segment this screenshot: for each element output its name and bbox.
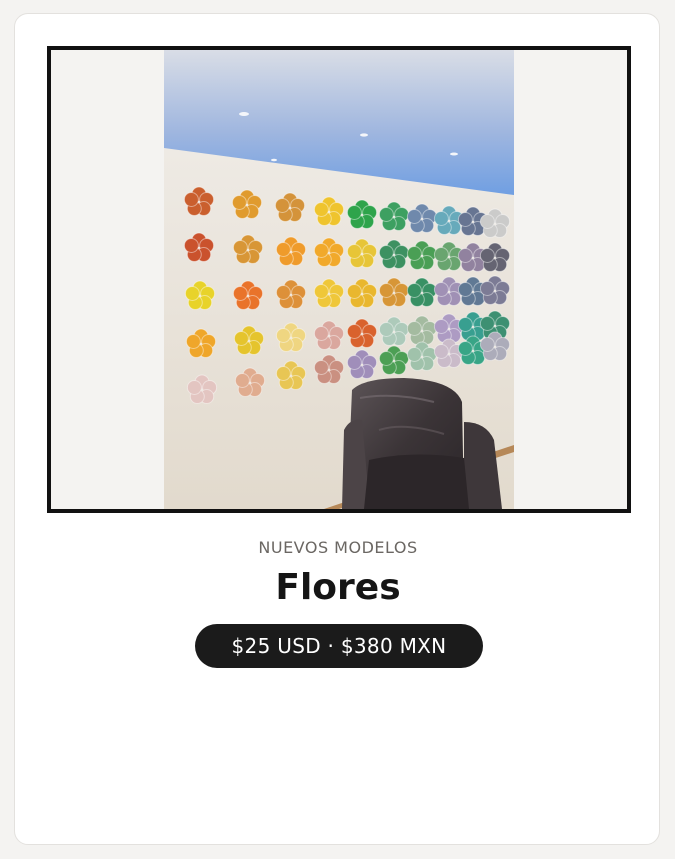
product-title[interactable]: Flores bbox=[15, 567, 661, 608]
ceiling-light bbox=[450, 152, 458, 156]
ceiling-light bbox=[271, 158, 277, 162]
price-badge: $25 USD · $380 MXN bbox=[195, 624, 483, 668]
product-category: NUEVOS MODELOS bbox=[258, 538, 418, 557]
ceiling-light bbox=[239, 112, 249, 116]
product-image-frame[interactable] bbox=[47, 46, 631, 513]
product-photo bbox=[164, 50, 514, 509]
product-card[interactable]: NUEVOS MODELOS Flores $25 USD · $380 MXN bbox=[14, 13, 660, 845]
ceiling-light bbox=[360, 133, 368, 137]
